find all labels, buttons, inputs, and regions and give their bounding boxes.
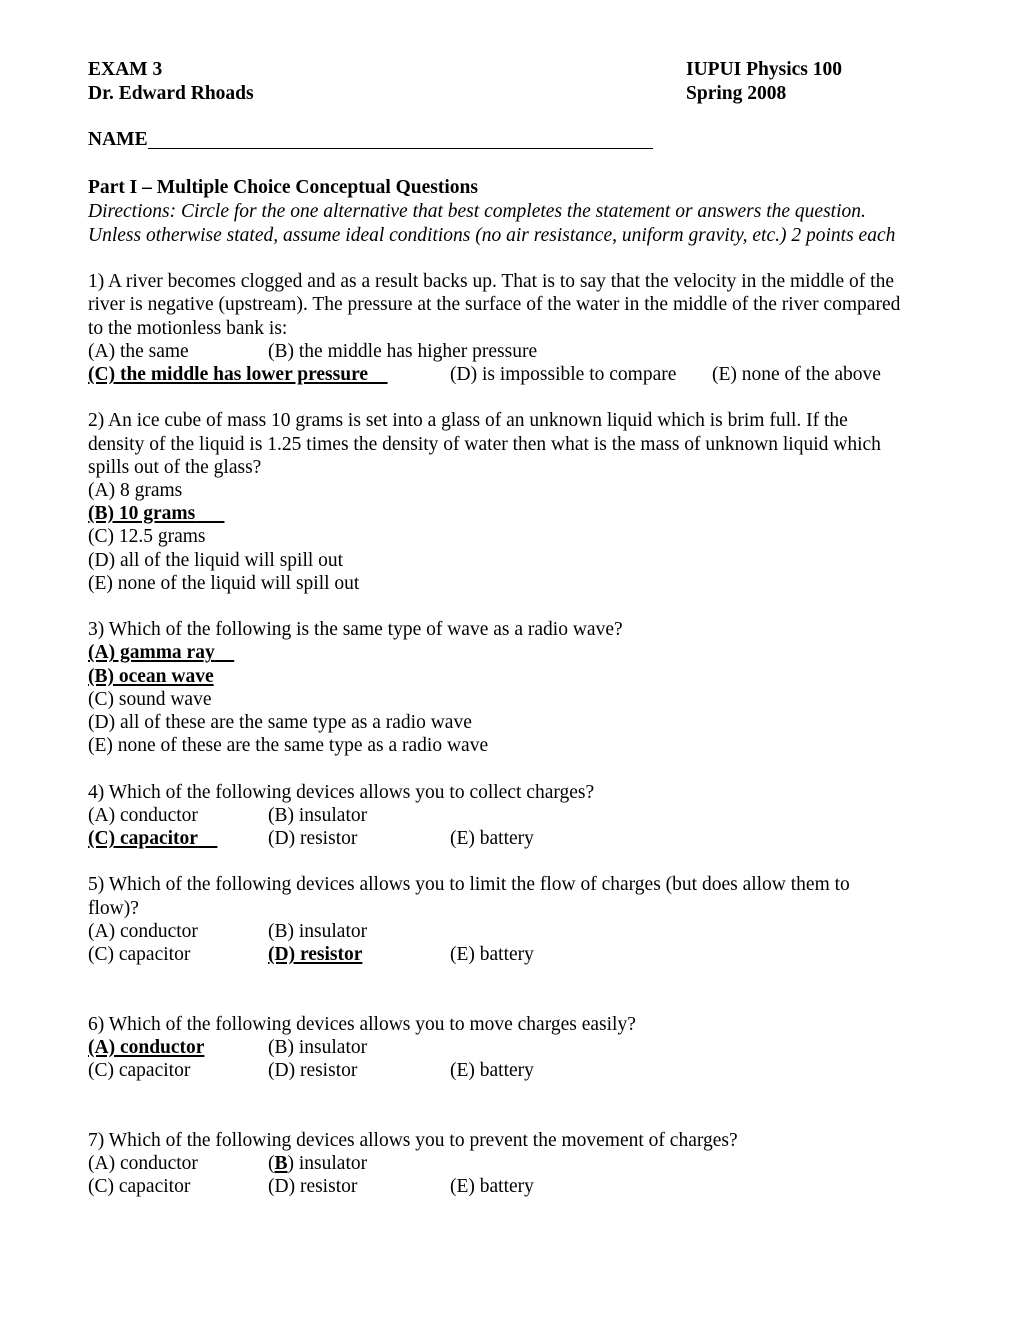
question-4-option-c[interactable]: (C) capacitor xyxy=(88,828,217,849)
question-2-option-e[interactable]: (E) none of the liquid will spill out xyxy=(88,572,905,595)
question-6-option-e[interactable]: (E) battery xyxy=(450,1059,534,1082)
question-7-option-b[interactable]: (B) insulator xyxy=(268,1152,367,1175)
question-2-option-b-row: (B) 10 grams xyxy=(88,502,905,525)
name-input-rule[interactable] xyxy=(147,147,653,149)
exam-page: EXAM 3 IUPUI Physics 100 Dr. Edward Rhoa… xyxy=(0,0,1020,1320)
question-4-option-a[interactable]: (A) conductor xyxy=(88,804,268,827)
course-name: IUPUI Physics 100 xyxy=(686,59,843,80)
question-7-option-b-marked-letter: B xyxy=(274,1152,288,1174)
instructor-name: Dr. Edward Rhoads xyxy=(88,82,254,104)
exam-title: EXAM 3 xyxy=(88,59,163,80)
question-2-option-a[interactable]: (A) 8 grams xyxy=(88,479,905,502)
question-7-option-e[interactable]: (E) battery xyxy=(450,1175,534,1198)
question-5-options-row-1: (A) conductor (B) insulator xyxy=(88,920,905,943)
question-6-options-row-1: (A) conductor (B) insulator xyxy=(88,1036,905,1059)
question-1-option-b[interactable]: (B) the middle has higher pressure xyxy=(268,340,537,363)
question-7-options-row-1: (A) conductor (B) insulator xyxy=(88,1152,905,1175)
question-5: 5) Which of the following devices allows… xyxy=(88,873,905,966)
document-body: EXAM 3 IUPUI Physics 100 Dr. Edward Rhoa… xyxy=(88,58,905,1198)
question-5-option-e[interactable]: (E) battery xyxy=(450,943,534,966)
question-7-option-a[interactable]: (A) conductor xyxy=(88,1152,268,1175)
question-7: 7) Which of the following devices allows… xyxy=(88,1129,905,1199)
question-3-option-b[interactable]: (B) ocean wave xyxy=(88,666,214,687)
term-label: Spring 2008 xyxy=(686,82,787,104)
question-1-option-a[interactable]: (A) the same xyxy=(88,340,268,363)
question-1-stem: 1) A river becomes clogged and as a resu… xyxy=(88,271,901,339)
question-6-option-d[interactable]: (D) resistor xyxy=(268,1059,450,1082)
question-6-option-c[interactable]: (C) capacitor xyxy=(88,1059,268,1082)
question-6-option-a[interactable]: (A) conductor xyxy=(88,1037,204,1058)
question-3-option-d[interactable]: (D) all of these are the same type as a … xyxy=(88,711,905,734)
question-2: 2) An ice cube of mass 10 grams is set i… xyxy=(88,409,905,595)
question-5-stem: 5) Which of the following devices allows… xyxy=(88,874,850,919)
question-2-option-c[interactable]: (C) 12.5 grams xyxy=(88,525,905,548)
header-line-1: EXAM 3 IUPUI Physics 100 xyxy=(88,58,905,82)
question-2-stem: 2) An ice cube of mass 10 grams is set i… xyxy=(88,410,881,478)
question-3-option-e[interactable]: (E) none of these are the same type as a… xyxy=(88,734,905,757)
question-4-option-b[interactable]: (B) insulator xyxy=(268,804,367,827)
question-1-option-e[interactable]: (E) none of the above xyxy=(712,363,881,386)
question-1: 1) A river becomes clogged and as a resu… xyxy=(88,270,905,386)
question-3-option-b-row: (B) ocean wave xyxy=(88,665,905,688)
question-3-option-a-row: (A) gamma ray xyxy=(88,641,905,664)
question-6-option-b[interactable]: (B) insulator xyxy=(268,1036,367,1059)
question-1-options-row-1: (A) the same (B) the middle has higher p… xyxy=(88,340,905,363)
question-4: 4) Which of the following devices allows… xyxy=(88,781,905,851)
question-7-option-c[interactable]: (C) capacitor xyxy=(88,1175,268,1198)
question-3-option-a[interactable]: (A) gamma ray xyxy=(88,642,234,663)
question-6: 6) Which of the following devices allows… xyxy=(88,1013,905,1083)
question-3: 3) Which of the following is the same ty… xyxy=(88,618,905,757)
question-1-option-d[interactable]: (D) is impossible to compare xyxy=(450,363,712,386)
question-2-option-d[interactable]: (D) all of the liquid will spill out xyxy=(88,549,905,572)
question-6-options-row-2: (C) capacitor (D) resistor (E) battery xyxy=(88,1059,905,1082)
question-5-options-row-2: (C) capacitor (D) resistor (E) battery xyxy=(88,943,905,966)
question-5-option-b[interactable]: (B) insulator xyxy=(268,920,367,943)
question-5-option-a[interactable]: (A) conductor xyxy=(88,920,268,943)
part-heading: Part I – Multiple Choice Conceptual Ques… xyxy=(88,177,478,199)
question-7-option-d[interactable]: (D) resistor xyxy=(268,1175,450,1198)
question-1-options-row-2: (C) the middle has lower pressure (D) is… xyxy=(88,363,905,386)
question-4-option-e[interactable]: (E) battery xyxy=(450,827,534,850)
name-field-row: NAME xyxy=(88,128,905,152)
question-3-option-c[interactable]: (C) sound wave xyxy=(88,688,905,711)
question-1-option-c[interactable]: (C) the middle has lower pressure xyxy=(88,364,388,385)
question-7-options-row-2: (C) capacitor (D) resistor (E) battery xyxy=(88,1175,905,1198)
question-4-option-d[interactable]: (D) resistor xyxy=(268,827,450,850)
question-5-option-d[interactable]: (D) resistor xyxy=(268,944,362,965)
question-2-option-b[interactable]: (B) 10 grams xyxy=(88,503,224,524)
question-4-options-row-1: (A) conductor (B) insulator xyxy=(88,804,905,827)
question-4-stem: 4) Which of the following devices allows… xyxy=(88,781,595,803)
question-6-stem: 6) Which of the following devices allows… xyxy=(88,1013,636,1035)
name-label: NAME xyxy=(88,129,148,151)
question-5-option-c[interactable]: (C) capacitor xyxy=(88,943,268,966)
header-line-2: Dr. Edward Rhoads Spring 2008 xyxy=(88,82,905,106)
question-7-stem: 7) Which of the following devices allows… xyxy=(88,1129,738,1151)
question-7-option-b-rest: ) insulator xyxy=(287,1152,368,1174)
question-3-stem: 3) Which of the following is the same ty… xyxy=(88,619,623,641)
question-4-options-row-2: (C) capacitor (D) resistor (E) battery xyxy=(88,827,905,850)
directions-text: Directions: Circle for the one alternati… xyxy=(88,201,896,246)
